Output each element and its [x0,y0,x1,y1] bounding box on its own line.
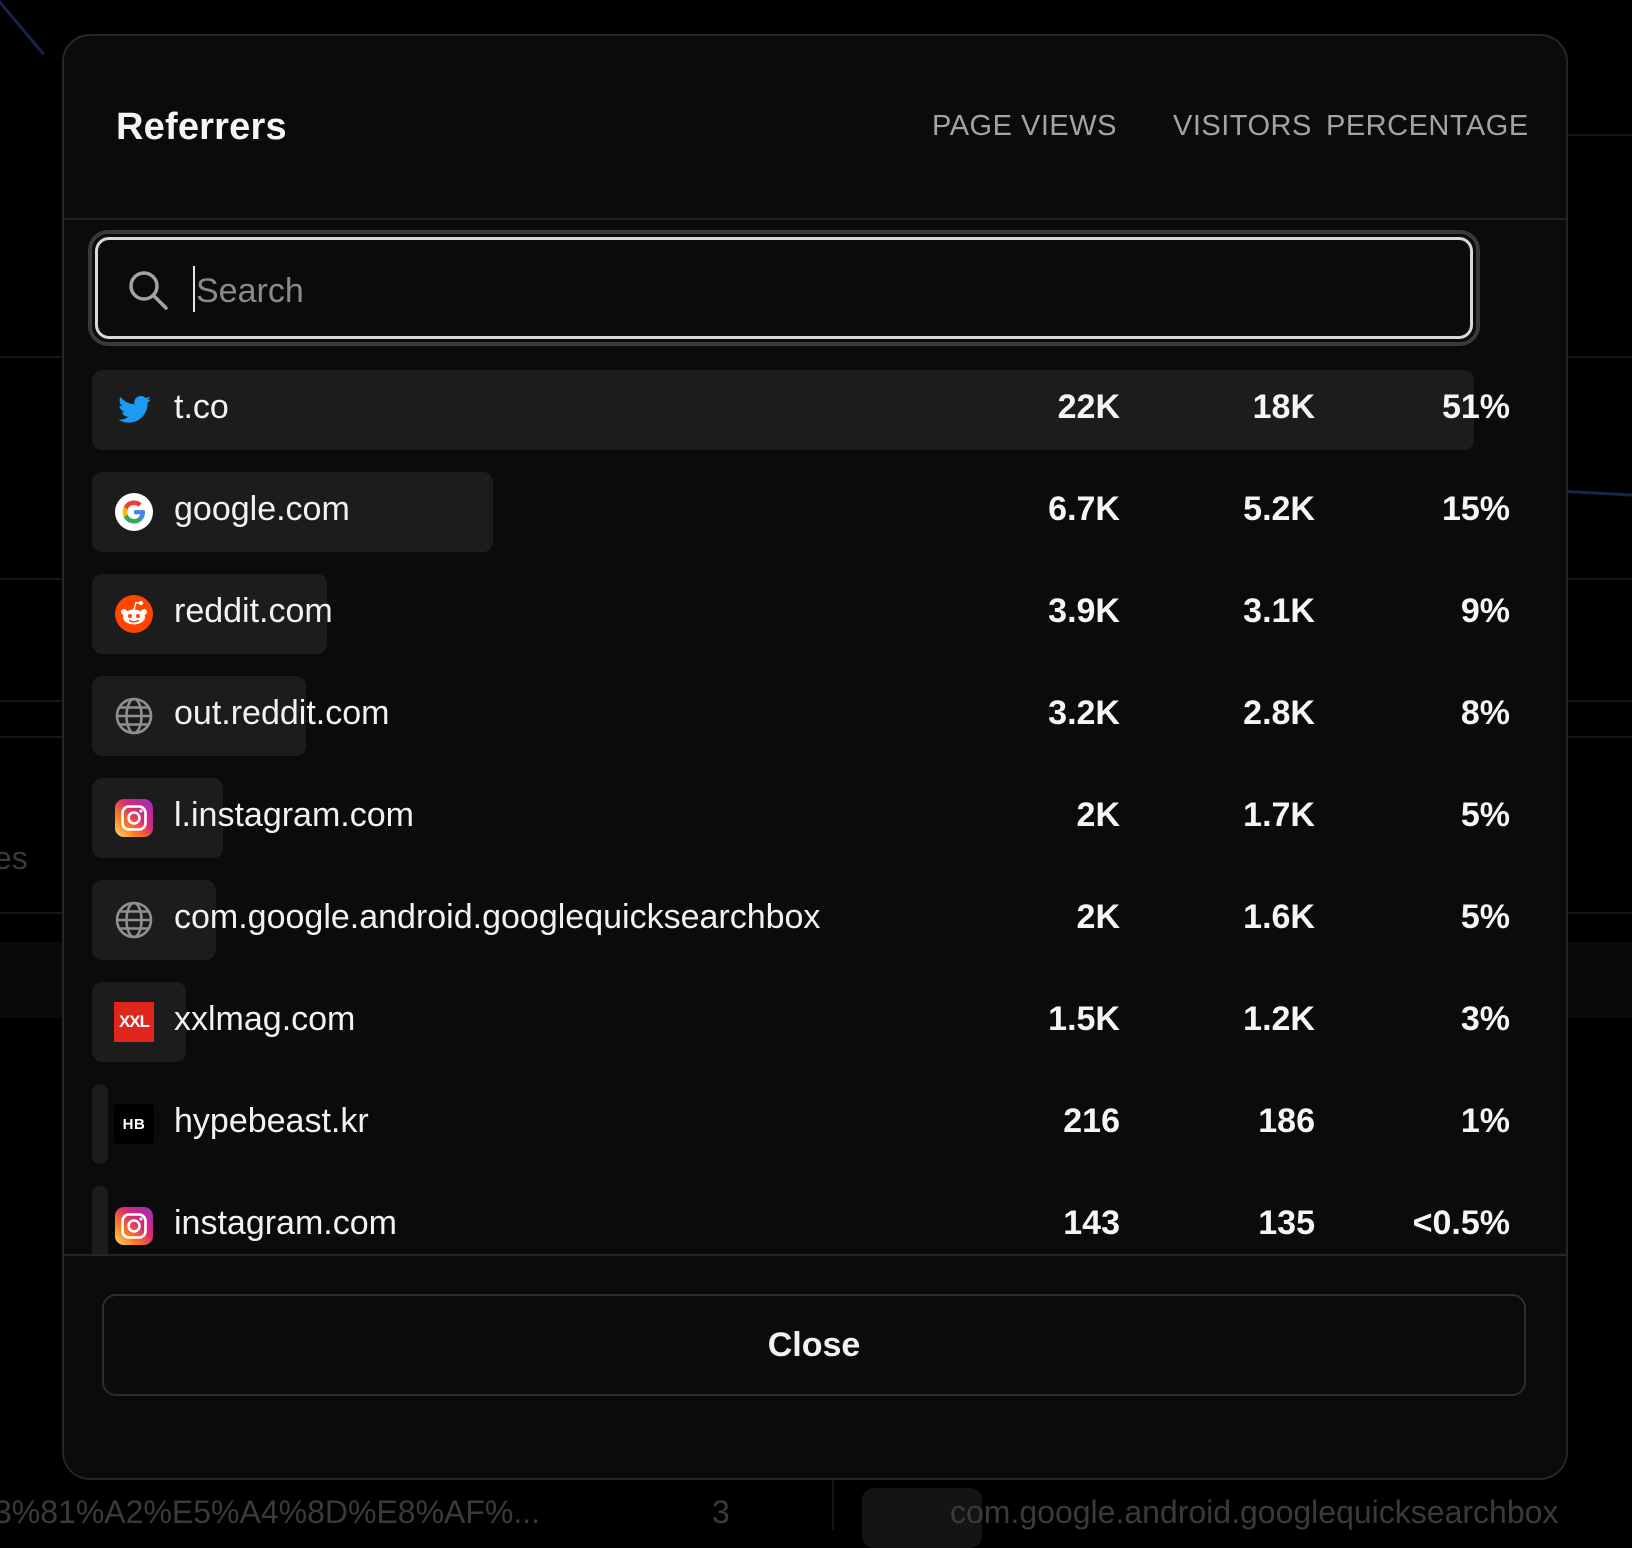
percentage-value: 8% [1460,694,1510,732]
search-input[interactable] [194,258,1378,324]
page-views-value: 143 [1063,1204,1120,1242]
modal-footer: Close [64,1254,1566,1478]
reddit-icon [114,594,154,634]
text-caret [193,266,195,312]
visitors-value: 1.6K [1243,898,1315,936]
page-views-value: 3.9K [1048,592,1120,630]
page-views-value: 3.2K [1048,694,1120,732]
percentage-value: 5% [1460,796,1510,834]
search-icon [129,271,168,310]
referrer-name: instagram.com [174,1204,397,1242]
referrer-name: xxlmag.com [174,1000,356,1038]
page-views-value: 6.7K [1048,490,1120,528]
referrer-name: com.google.android.googlequicksearchbox [174,898,821,936]
search-focus-ring [88,230,1480,346]
visitors-value: 1.7K [1243,796,1315,834]
background-url-text: 3%81%A2%E5%A4%8D%E8%AF%... [0,1494,541,1530]
background-divider [0,578,62,580]
referrer-name: google.com [174,490,350,528]
background-divider [0,736,62,738]
percentage-value: 3% [1460,1000,1510,1038]
column-header-visitors[interactable]: VISITORS [1173,110,1312,143]
referrer-row[interactable]: com.google.android.googlequicksearchbox 2… [92,880,1532,960]
referrer-row[interactable]: out.reddit.com 3.2K 2.8K 8% [92,676,1532,756]
referrer-row[interactable]: instagram.com 143 135 <0.5% [92,1186,1532,1254]
referrer-row[interactable]: t.co 22K 18K 51% [92,370,1532,450]
visitors-value: 2.8K [1243,694,1315,732]
referrer-name: t.co [174,388,229,426]
percentage-value: 15% [1441,490,1510,528]
referrer-list: t.co 22K 18K 51% google.com 6.7K 5.2K 15% reddit… [64,356,1566,1254]
referrer-row[interactable]: HB hypebeast.kr 216 186 1% [92,1084,1532,1164]
background-referrer-text: com.google.android.googlequicksearchbox [950,1494,1559,1530]
visitors-value: 3.1K [1243,592,1315,630]
page-views-value: 1.5K [1048,1000,1120,1038]
background-row [0,942,62,1018]
background-divider [0,912,62,914]
referrer-row[interactable]: l.instagram.com 2K 1.7K 5% [92,778,1532,858]
instagram-icon [114,798,154,838]
visitors-value: 186 [1258,1102,1315,1140]
referrers-modal: Referrers PAGE VIEWS VISITORS PERCENTAGE… [62,34,1568,1480]
referrer-name: out.reddit.com [174,694,390,732]
google-icon [114,492,154,532]
close-button[interactable]: Close [102,1294,1526,1396]
percentage-value: 51% [1441,388,1510,426]
referrer-row[interactable]: google.com 6.7K 5.2K 15% [92,472,1532,552]
share-bar [92,1186,108,1254]
referrer-name: l.instagram.com [174,796,414,834]
column-header-percentage[interactable]: PERCENTAGE [1326,110,1529,143]
background-divider [0,356,62,358]
percentage-value: 9% [1460,592,1510,630]
share-bar [92,1084,108,1164]
percentage-value: <0.5% [1412,1204,1510,1242]
modal-header: Referrers PAGE VIEWS VISITORS PERCENTAGE [64,36,1566,220]
twitter-icon [114,390,154,430]
referrer-name: reddit.com [174,592,333,630]
visitors-value: 5.2K [1243,490,1315,528]
referrer-name: hypebeast.kr [174,1102,369,1140]
visitors-value: 18K [1252,388,1315,426]
background-chart-line [0,0,45,101]
page-views-value: 2K [1076,898,1120,936]
instagram-icon [114,1206,154,1246]
search-box[interactable] [95,237,1473,339]
modal-title: Referrers [116,106,287,148]
page-views-value: 22K [1057,388,1120,426]
visitors-value: 135 [1258,1204,1315,1242]
percentage-value: 1% [1460,1102,1510,1140]
percentage-value: 5% [1460,898,1510,936]
column-header-page-views[interactable]: PAGE VIEWS [932,110,1117,143]
visitors-value: 1.2K [1243,1000,1315,1038]
background-divider [832,1476,834,1530]
xxl-icon: XXL [114,1002,154,1042]
referrer-row[interactable]: reddit.com 3.9K 3.1K 9% [92,574,1532,654]
background-text-fragment: es [0,840,28,876]
globe-icon [114,696,154,736]
page-views-value: 216 [1063,1102,1120,1140]
background-count-text: 3 [712,1494,730,1530]
referrer-row[interactable]: XXL xxlmag.com 1.5K 1.2K 3% [92,982,1532,1062]
hypebeast-icon: HB [114,1104,154,1144]
page-views-value: 2K [1076,796,1120,834]
globe-icon [114,900,154,940]
background-divider [0,700,62,702]
